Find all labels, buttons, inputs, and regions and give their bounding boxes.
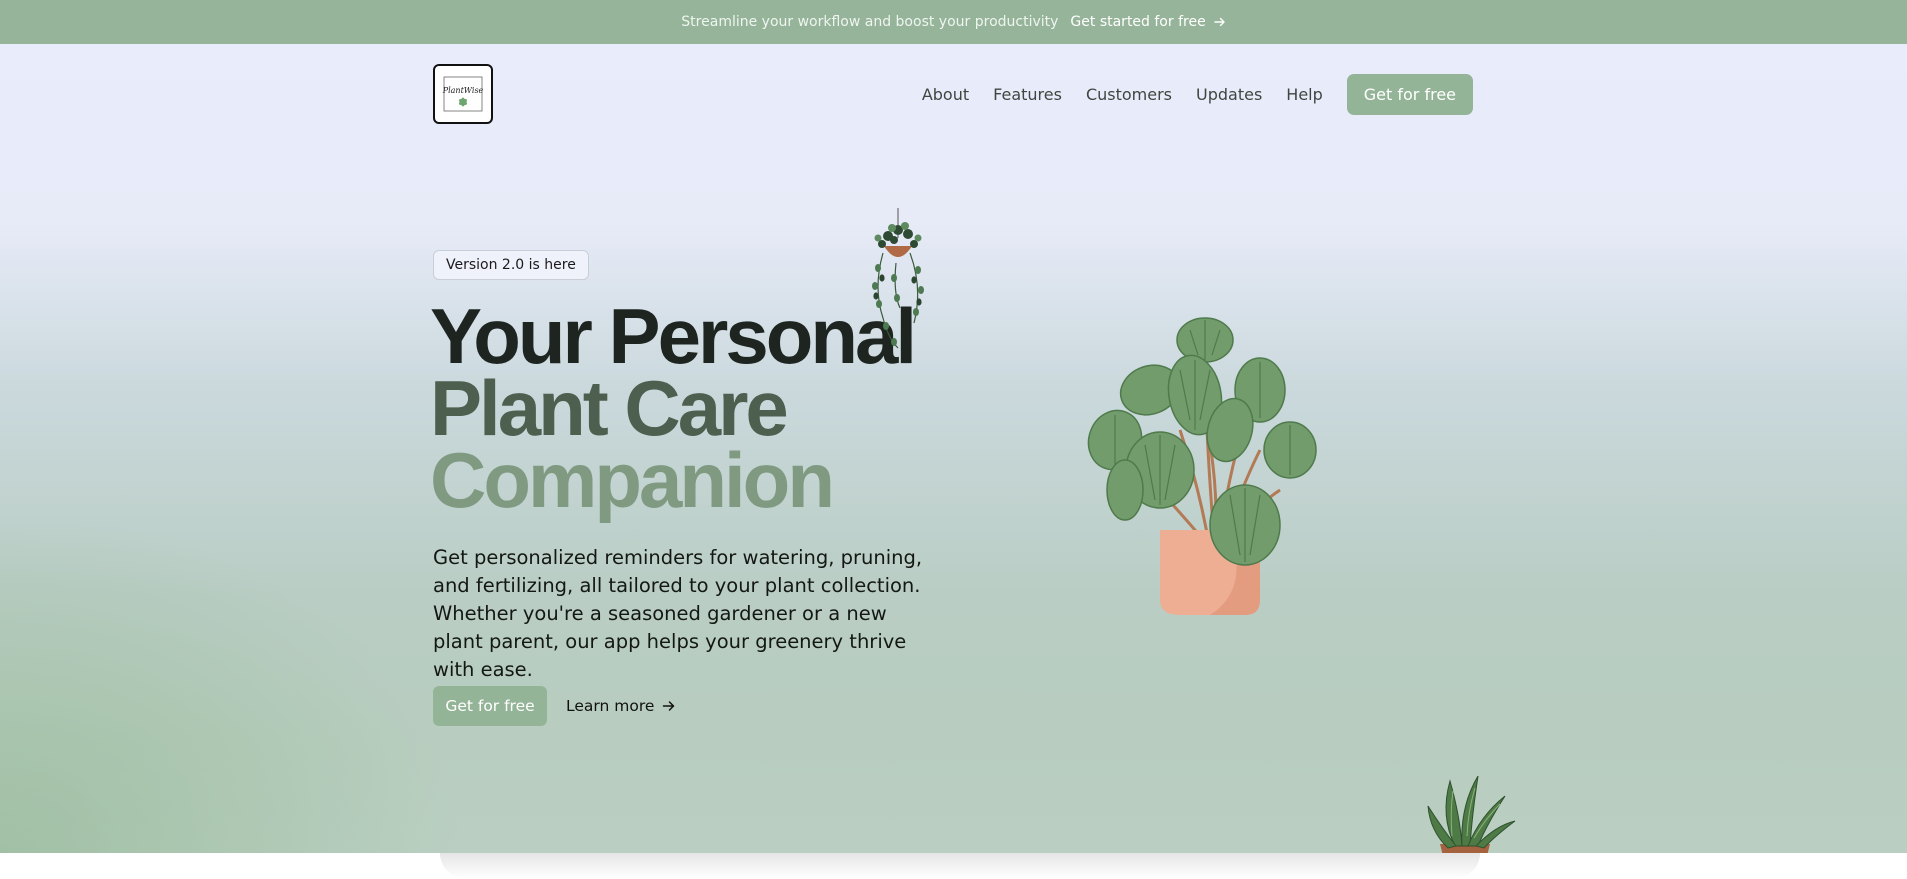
hanging-plant-illustration <box>872 208 924 349</box>
potted-peperomia-illustration <box>1087 317 1317 615</box>
section-shadow <box>440 853 1480 879</box>
hero-section <box>0 44 1907 853</box>
leaf-icon: PlantWise <box>442 76 484 112</box>
version-badge: Version 2.0 is here <box>433 250 589 280</box>
arrow-right-icon <box>663 701 675 711</box>
headline-line-1: Your Personal <box>430 292 917 380</box>
announcement-bar: Streamline your workflow and boost your … <box>0 0 1907 44</box>
hero-description: Get personalized reminders for watering,… <box>433 546 923 681</box>
nav-link-updates[interactable]: Updates <box>1196 85 1262 104</box>
learn-more-label: Learn more <box>566 697 655 715</box>
hero-get-free-button[interactable]: Get for free <box>433 686 547 726</box>
nav-link-features[interactable]: Features <box>993 85 1062 104</box>
announcement-text: Streamline your workflow and boost your … <box>681 14 1059 30</box>
brand-logo[interactable]: PlantWise <box>433 64 493 124</box>
learn-more-link[interactable]: Learn more <box>566 686 676 726</box>
nav-get-free-button[interactable]: Get for free <box>1346 73 1473 115</box>
nav-link-customers[interactable]: Customers <box>1086 85 1172 104</box>
announcement-cta-label: Get started for free <box>1070 14 1206 30</box>
nav-link-about[interactable]: About <box>922 85 969 104</box>
nav-link-help[interactable]: Help <box>1286 85 1322 104</box>
announcement-cta-link[interactable]: Get started for free <box>1070 14 1225 30</box>
headline-line-3: Companion <box>430 436 835 524</box>
logo-wordmark: PlantWise <box>442 86 484 95</box>
headline-line-2: Plant Care <box>430 364 789 452</box>
main-nav: About Features Customers Updates Help Ge… <box>922 73 1473 115</box>
hero-headline: Your Personal Plant Care Companion <box>430 292 917 524</box>
arrow-right-icon <box>1213 17 1225 27</box>
